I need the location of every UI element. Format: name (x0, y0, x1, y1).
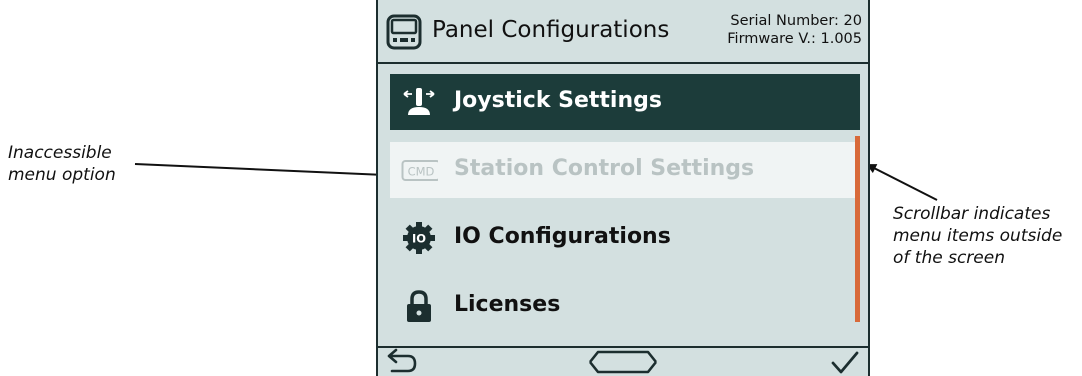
annotation-inaccessible: Inaccessible menu option (8, 142, 116, 186)
control-panel-icon (386, 14, 422, 50)
annotation-line: menu items outside (893, 226, 1063, 246)
menu-item-station-control-settings: CMD Station Control Settings (390, 142, 860, 198)
menu-item-io-configurations[interactable]: IO IO Configurations (390, 210, 860, 266)
footer-nav (378, 346, 868, 376)
annotation-line: of the screen (893, 248, 1005, 268)
device-info: Serial Number: 20 Firmware V.: 1.005 (727, 12, 862, 48)
annotation-line: menu option (8, 165, 116, 185)
annotation-line: Scrollbar indicates (893, 204, 1051, 224)
menu-item-licenses[interactable]: Licenses (390, 278, 860, 334)
annotation-scrollbar: Scrollbar indicates menu items outside o… (893, 203, 1062, 269)
menu-list: Joystick Settings CMD Station Control Se… (378, 64, 868, 346)
arrow-to-disabled-item (134, 163, 388, 180)
back-arrow-icon[interactable] (386, 348, 418, 376)
joystick-icon (403, 88, 435, 115)
arrow-to-scrollbar (866, 164, 938, 201)
checkmark-icon[interactable] (830, 348, 860, 376)
device-screen: Panel Configurations Serial Number: 20 F… (376, 0, 870, 376)
serial-number: Serial Number: 20 (730, 13, 862, 29)
firmware-version: Firmware V.: 1.005 (727, 31, 862, 47)
menu-item-joystick-settings[interactable]: Joystick Settings (390, 74, 860, 130)
menu-item-label: Station Control Settings (454, 156, 755, 181)
menu-item-label: Joystick Settings (454, 88, 662, 113)
scrollbar[interactable] (855, 136, 860, 322)
io-gear-icon: IO (403, 222, 435, 254)
annotation-line: Inaccessible (8, 143, 112, 163)
menu-item-label: IO Configurations (454, 224, 671, 249)
header: Panel Configurations Serial Number: 20 F… (378, 0, 868, 64)
cmd-icon: CMD (401, 160, 438, 181)
cmd-icon-text: CMD (408, 165, 435, 179)
menu-item-label: Licenses (454, 292, 561, 317)
navigate-icon[interactable] (588, 348, 658, 376)
io-icon-text: IO (412, 232, 426, 246)
page-title: Panel Configurations (432, 17, 670, 43)
lock-icon (407, 290, 431, 322)
